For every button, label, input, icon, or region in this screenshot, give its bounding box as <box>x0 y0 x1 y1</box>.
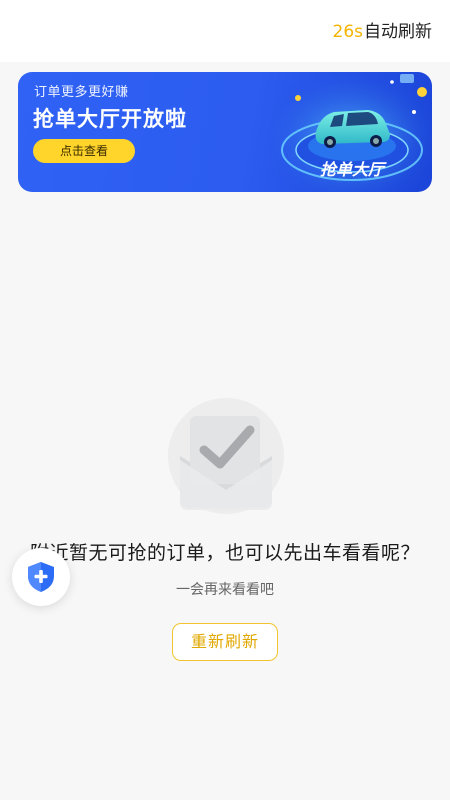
refresh-button[interactable]: 重新刷新 <box>172 623 278 661</box>
check-envelope-icon <box>168 398 284 514</box>
auto-refresh-timer: 26s 自动刷新 <box>333 20 433 44</box>
empty-state-title: 附近暂无可抢的订单，也可以先出车看看呢？ <box>29 542 420 564</box>
shield-plus-icon <box>28 562 54 592</box>
grab-order-hall-banner[interactable]: 订单更多更好赚 抢单大厅开放啦 点击查看 抢单大厅 <box>18 72 432 192</box>
banner-art-caption: 抢单大厅 <box>320 160 387 179</box>
safety-shield-button[interactable] <box>12 548 70 606</box>
banner-title: 抢单大厅开放啦 <box>33 107 187 131</box>
top-bar: 26s 自动刷新 <box>0 0 450 62</box>
view-now-button[interactable]: 点击查看 <box>33 139 135 163</box>
countdown-seconds: 26s <box>332 22 364 42</box>
auto-refresh-label: 自动刷新 <box>364 22 432 42</box>
banner-subtitle: 订单更多更好赚 <box>34 85 129 100</box>
car-platform-illustration: 抢单大厅 <box>272 72 432 192</box>
